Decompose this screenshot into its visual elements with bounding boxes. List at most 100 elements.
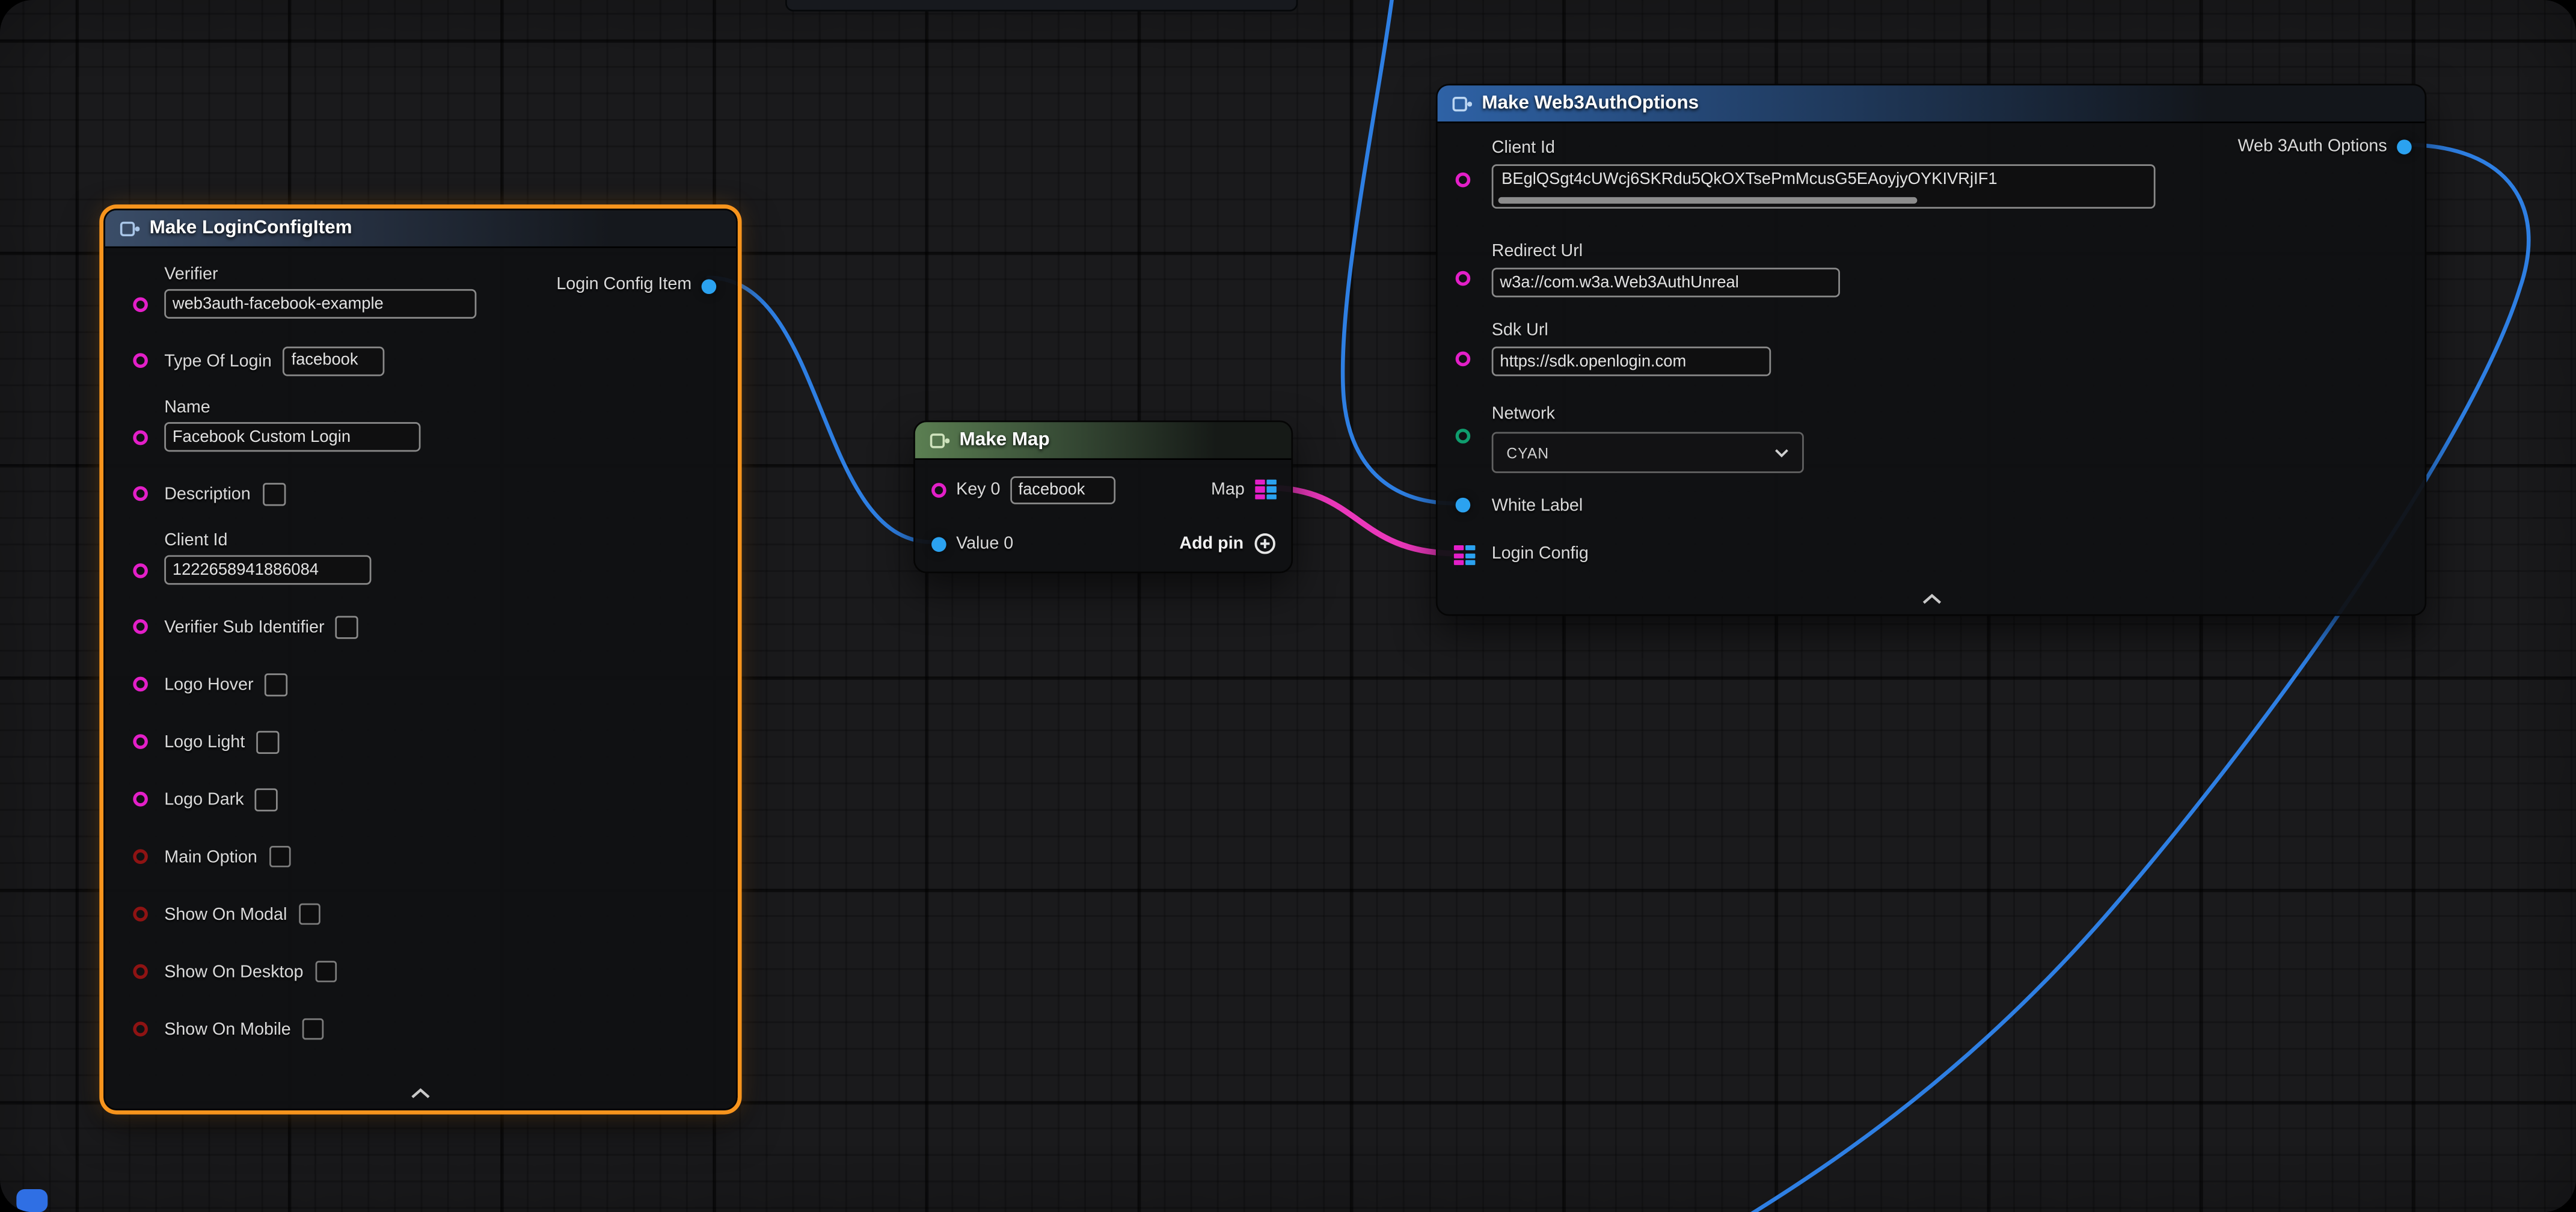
pin-verifier-sub-identifier[interactable]: [133, 619, 148, 634]
output-label: Login Config Item: [556, 274, 692, 294]
pin-client-id[interactable]: [133, 563, 148, 578]
node-header-make-loginconfigitem[interactable]: Make LoginConfigItem: [105, 210, 736, 248]
output-label: Web 3Auth Options: [2237, 136, 2387, 156]
pin-network[interactable]: [1456, 429, 1471, 444]
field-label: Sdk Url: [1492, 320, 1548, 340]
node-header-make-web3authoptions[interactable]: Make Web3AuthOptions: [1438, 85, 2425, 123]
client-id-input[interactable]: BEglQSgt4cUWcj6SKRdu5QkOXTsePmMcusG5EAoy…: [1492, 164, 2156, 209]
description-input[interactable]: [262, 482, 285, 505]
window-corner-artifact: [16, 1189, 48, 1212]
pin-sdk-url[interactable]: [1456, 352, 1471, 367]
node-title: Make LoginConfigItem: [150, 218, 352, 238]
wire-map-to-loginconfig[interactable]: [1268, 488, 1457, 553]
field-white-label: White Label: [1492, 496, 1583, 516]
field-label: Client Id: [164, 530, 716, 550]
pin-logo-dark[interactable]: [133, 792, 148, 807]
value0-label: Value 0: [956, 534, 1013, 554]
pin-web3auth-options-output[interactable]: [2397, 139, 2412, 154]
pin-value0[interactable]: [931, 536, 946, 551]
blueprint-editor: Make LoginConfigItem Verifier Login Conf…: [0, 0, 2576, 1212]
field-show-on-mobile: Show On Mobile: [105, 1000, 736, 1058]
key0-label: Key 0: [956, 480, 1000, 500]
node-make-loginconfigitem[interactable]: Make LoginConfigItem Verifier Login Conf…: [103, 209, 738, 1110]
client-id-input[interactable]: [164, 555, 371, 584]
pin-type-of-login[interactable]: [133, 353, 148, 368]
pin-white-label[interactable]: [1456, 498, 1471, 513]
pin-main-option[interactable]: [133, 849, 148, 864]
node-title: Make Map: [960, 430, 1050, 450]
field-logo-light: Logo Light: [105, 713, 736, 771]
field-main-option: Main Option: [105, 828, 736, 886]
pin-name[interactable]: [133, 430, 148, 445]
pin-login-config[interactable]: [1454, 545, 1476, 566]
key0-input[interactable]: [1010, 476, 1115, 503]
logo-light-input[interactable]: [256, 730, 279, 753]
verifier-input[interactable]: [164, 289, 476, 319]
field-label: Logo Hover: [164, 675, 253, 694]
redirect-url-input[interactable]: [1492, 268, 1840, 297]
field-login-config: Login Config: [1492, 543, 1589, 563]
field-type-of-login: Type Of Login: [105, 332, 736, 390]
wire-loginconfigitem-to-value0[interactable]: [708, 278, 932, 542]
add-pin-button[interactable]: [1254, 532, 1277, 555]
field-label: Network: [1492, 404, 1555, 424]
field-label: Show On Mobile: [164, 1019, 290, 1039]
pin-logo-light[interactable]: [133, 734, 148, 749]
field-name: Name: [105, 390, 736, 465]
main-option-checkbox[interactable]: [269, 846, 290, 868]
show-on-desktop-checkbox[interactable]: [315, 961, 337, 982]
make-map-icon: [930, 430, 949, 450]
field-verifier-sub-identifier: Verifier Sub Identifier: [105, 598, 736, 655]
field-client-id: Client Id BEglQSgt4cUWcj6SKRdu5QkOXTsePm…: [1492, 132, 2156, 209]
pin-client-id[interactable]: [1456, 173, 1471, 188]
field-label: Main Option: [164, 846, 257, 866]
field-network: Network CYAN: [1492, 397, 1804, 473]
pin-description[interactable]: [133, 486, 148, 501]
field-logo-dark: Logo Dark: [105, 770, 736, 828]
field-verifier: Verifier Login Config Item: [105, 256, 736, 332]
pin-redirect-url[interactable]: [1456, 271, 1471, 286]
node-header-make-map[interactable]: Make Map: [915, 422, 1292, 460]
pin-show-on-mobile[interactable]: [133, 1021, 148, 1036]
field-label: Show On Desktop: [164, 962, 303, 982]
field-label: Client Id: [1492, 138, 1555, 158]
field-label: Show On Modal: [164, 904, 287, 924]
graph-canvas[interactable]: Make LoginConfigItem Verifier Login Conf…: [0, 0, 2576, 1212]
node-make-map[interactable]: Make Map Key 0 Map Value 0: [913, 420, 1293, 573]
pin-map-output[interactable]: [1254, 479, 1277, 500]
node-make-web3authoptions[interactable]: Make Web3AuthOptions Web 3Auth Options C…: [1436, 84, 2426, 616]
show-on-mobile-checkbox[interactable]: [302, 1018, 324, 1040]
pin-verifier[interactable]: [133, 298, 148, 313]
type-of-login-input[interactable]: [283, 346, 385, 375]
field-show-on-modal: Show On Modal: [105, 886, 736, 943]
pin-key0[interactable]: [931, 482, 946, 497]
show-on-modal-checkbox[interactable]: [298, 904, 320, 925]
pin-show-on-desktop[interactable]: [133, 964, 148, 979]
logo-hover-input[interactable]: [265, 673, 288, 696]
offscreen-node-top[interactable]: [785, 0, 1298, 11]
field-label: Logo Dark: [164, 789, 244, 809]
field-label: White Label: [1492, 496, 1583, 516]
add-pin-label: Add pin: [1179, 534, 1244, 554]
collapse-button[interactable]: [1898, 588, 1964, 610]
network-value: CYAN: [1506, 444, 1549, 461]
pin-show-on-modal[interactable]: [133, 907, 148, 922]
node-title: Make Web3AuthOptions: [1482, 94, 1699, 114]
collapse-button[interactable]: [388, 1082, 453, 1104]
field-label: Name: [164, 397, 716, 417]
horizontal-scrollbar[interactable]: [1498, 197, 1918, 204]
field-label: Logo Light: [164, 732, 245, 751]
network-dropdown[interactable]: CYAN: [1492, 432, 1804, 473]
logo-dark-input[interactable]: [256, 788, 278, 810]
field-show-on-desktop: Show On Desktop: [105, 943, 736, 1000]
pin-logo-hover[interactable]: [133, 677, 148, 692]
sdk-url-input[interactable]: [1492, 346, 1771, 376]
map-row-value0: Value 0 Add pin: [915, 519, 1292, 568]
client-id-value: BEglQSgt4cUWcj6SKRdu5QkOXTsePmMcusG5EAoy…: [1501, 171, 1997, 189]
map-output-label: Map: [1211, 480, 1245, 500]
pin-login-config-item-output[interactable]: [702, 279, 717, 294]
name-input[interactable]: [164, 422, 420, 451]
verifier-sub-identifier-input[interactable]: [336, 615, 359, 638]
field-label: Description: [164, 484, 251, 504]
field-redirect-url: Redirect Url: [1492, 235, 1840, 298]
